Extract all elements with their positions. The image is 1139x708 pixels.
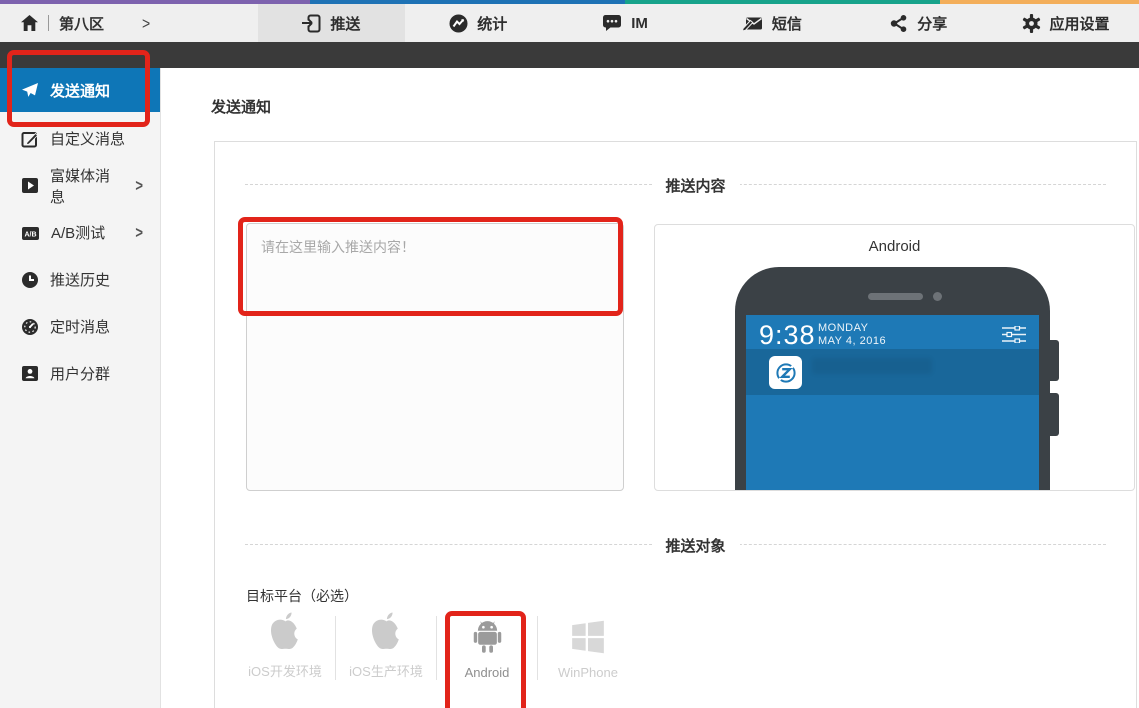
user-group-icon bbox=[21, 365, 39, 382]
android-icon bbox=[471, 616, 504, 656]
tab-label: IM bbox=[631, 15, 648, 32]
app-brand[interactable]: 第八区 > bbox=[0, 4, 258, 42]
edit-icon bbox=[21, 130, 39, 148]
ab-test-icon: A/B bbox=[21, 225, 40, 241]
phone-volume-button bbox=[1050, 393, 1059, 436]
platform-label: iOS开发环境 bbox=[248, 661, 322, 680]
subnav-dark-band bbox=[0, 42, 1139, 68]
phone-volume-button bbox=[1050, 340, 1059, 381]
tab-label: 统计 bbox=[477, 13, 507, 34]
tab-label: 应用设置 bbox=[1050, 13, 1110, 34]
phone-date-line: MAY 4, 2016 bbox=[818, 335, 886, 348]
tab-im[interactable]: IM bbox=[552, 4, 699, 42]
target-platform-label: 目标平台（必选） bbox=[246, 586, 358, 606]
chevron-right-icon: > bbox=[135, 223, 143, 242]
tab-label: 推送 bbox=[330, 13, 360, 34]
notification-app-icon bbox=[769, 356, 802, 389]
platform-android[interactable]: Android bbox=[437, 610, 537, 682]
apple-icon bbox=[267, 610, 304, 652]
push-form-panel: 推送内容 Android 9:38 MONDAY MAY 4, 2016 bbox=[214, 141, 1137, 708]
accent-strip-teal bbox=[625, 0, 940, 4]
platform-label: Android bbox=[465, 665, 510, 680]
timer-icon bbox=[21, 318, 39, 336]
platform-label: iOS生产环境 bbox=[349, 661, 423, 680]
tab-push[interactable]: 推送 bbox=[258, 4, 405, 42]
sidebar-item-label: 自定义消息 bbox=[50, 128, 125, 149]
sidebar-item-send-notification[interactable]: 发送通知 bbox=[0, 68, 160, 112]
phone-date: MONDAY MAY 4, 2016 bbox=[818, 322, 886, 348]
notification-ghost-text bbox=[812, 358, 932, 374]
jpush-logo-icon bbox=[775, 362, 797, 384]
phone-mockup: 9:38 MONDAY MAY 4, 2016 bbox=[735, 267, 1050, 491]
platform-selector: iOS开发环境 iOS生产环境 bbox=[235, 610, 638, 682]
phone-camera bbox=[933, 292, 942, 301]
section-label-push-target: 推送对象 bbox=[651, 535, 739, 556]
phone-time: 9:38 bbox=[759, 320, 816, 351]
gear-icon bbox=[1022, 14, 1041, 33]
tab-label: 短信 bbox=[772, 13, 802, 34]
accent-strip-blue bbox=[310, 0, 625, 4]
android-preview-card: Android 9:38 MONDAY MAY 4, 2016 bbox=[654, 224, 1135, 491]
app-name[interactable]: 第八区 bbox=[59, 13, 104, 34]
section-divider-target: 推送对象 bbox=[245, 544, 1106, 545]
sidebar-item-scheduled-message[interactable]: 定时消息 bbox=[0, 303, 160, 350]
share-icon bbox=[890, 14, 908, 33]
phone-day: MONDAY bbox=[818, 322, 886, 335]
accent-strip-purple bbox=[0, 0, 310, 4]
chevron-right-icon: > bbox=[135, 176, 143, 195]
paper-plane-icon bbox=[21, 82, 39, 99]
home-icon[interactable] bbox=[20, 14, 39, 32]
sidebar-item-label: 富媒体消息 bbox=[50, 165, 124, 207]
push-icon bbox=[302, 14, 321, 33]
platform-label: WinPhone bbox=[558, 665, 618, 680]
stats-icon bbox=[449, 14, 468, 33]
platform-winphone[interactable]: WinPhone bbox=[538, 610, 638, 682]
platform-ios-dev[interactable]: iOS开发环境 bbox=[235, 610, 335, 682]
notification-row bbox=[746, 349, 1039, 395]
page-title: 发送通知 bbox=[211, 96, 271, 117]
sidebar-item-label: 推送历史 bbox=[50, 269, 110, 290]
settings-sliders-icon bbox=[1002, 326, 1026, 343]
section-divider-content: 推送内容 bbox=[245, 184, 1106, 185]
svg-text:A/B: A/B bbox=[24, 231, 36, 238]
phone-screen: 9:38 MONDAY MAY 4, 2016 bbox=[746, 315, 1039, 491]
tab-app-settings[interactable]: 应用设置 bbox=[992, 4, 1139, 42]
sms-envelope-icon bbox=[742, 14, 763, 32]
sidebar-item-ab-test[interactable]: A/B A/B测试 > bbox=[0, 209, 160, 256]
sidebar-item-rich-media[interactable]: 富媒体消息 > bbox=[0, 162, 160, 209]
brand-divider bbox=[48, 15, 49, 31]
windows-icon bbox=[569, 618, 607, 656]
sidebar-item-label: A/B测试 bbox=[51, 222, 105, 243]
push-content-input[interactable] bbox=[246, 223, 624, 491]
sidebar-item-custom-message[interactable]: 自定义消息 bbox=[0, 115, 160, 162]
phone-speaker bbox=[868, 293, 923, 300]
platform-ios-prod[interactable]: iOS生产环境 bbox=[336, 610, 436, 682]
accent-strip-orange bbox=[940, 0, 1139, 4]
tab-stats[interactable]: 统计 bbox=[405, 4, 552, 42]
sidebar-item-label: 用户分群 bbox=[50, 363, 110, 384]
clock-history-icon bbox=[21, 271, 39, 289]
chat-bubble-icon bbox=[602, 14, 622, 32]
sidebar-item-label: 定时消息 bbox=[50, 316, 110, 337]
apple-icon bbox=[368, 610, 405, 652]
play-media-icon bbox=[21, 177, 39, 194]
sidebar: 发送通知 自定义消息 富媒体消息 > A/B A/B测试 > 推送历史 bbox=[0, 68, 161, 708]
tab-label: 分享 bbox=[917, 13, 947, 34]
section-label-push-content: 推送内容 bbox=[651, 175, 739, 196]
sidebar-item-push-history[interactable]: 推送历史 bbox=[0, 256, 160, 303]
tab-sms[interactable]: 短信 bbox=[698, 4, 845, 42]
sidebar-item-user-segment[interactable]: 用户分群 bbox=[0, 350, 160, 397]
app-switch-chevron-icon[interactable]: > bbox=[142, 13, 150, 32]
preview-platform-title: Android bbox=[655, 238, 1134, 255]
tab-share[interactable]: 分享 bbox=[845, 4, 992, 42]
sidebar-item-label: 发送通知 bbox=[50, 80, 110, 101]
top-navbar: 第八区 > 推送 统计 IM 短信 bbox=[0, 4, 1139, 42]
